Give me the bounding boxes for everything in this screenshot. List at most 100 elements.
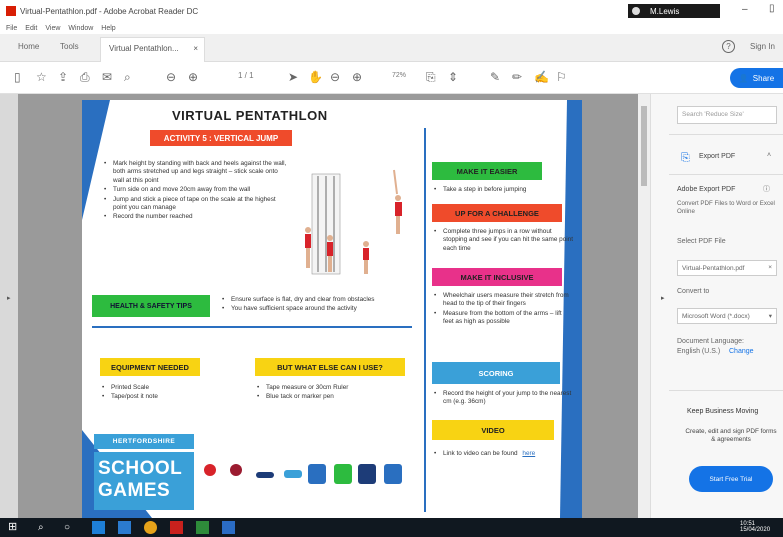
sign-in-link[interactable]: Sign In [750, 42, 775, 51]
change-language-link[interactable]: Change [729, 348, 754, 355]
close-tab-icon[interactable]: × [193, 44, 198, 53]
menu-view[interactable]: View [45, 25, 60, 32]
video-link[interactable]: here [522, 450, 535, 457]
help-icon[interactable]: ? [722, 40, 735, 53]
close-icon[interactable]: × [768, 264, 772, 271]
list-item: Ensure surface is flat, dry and clear fr… [222, 296, 412, 305]
zoom-level[interactable]: 72% [392, 72, 406, 79]
school-games-logo: SCHOOL GAMES [94, 452, 194, 510]
file-selector[interactable]: Virtual-Pentathlon.pdf × [677, 260, 777, 276]
export-pdf-label[interactable]: Export PDF [699, 153, 735, 160]
fit-page-icon[interactable]: ⎘ [426, 70, 436, 84]
promo-description: Create, edit and sign PDF forms & agreem… [685, 428, 777, 443]
file-explorer-icon[interactable] [118, 521, 131, 534]
list-item: Link to video can be found here [434, 450, 574, 459]
next-page-icon[interactable]: ⊕ [188, 70, 198, 84]
search-icon[interactable]: ⌕ [38, 521, 51, 534]
list-item: Wheelchair users measure their stretch f… [434, 292, 574, 309]
equipment-list: Printed Scale Tape/post it note [102, 384, 222, 403]
tab-document[interactable]: Virtual Pentathlon... × [100, 37, 205, 62]
avatar [632, 7, 640, 15]
highlight-icon[interactable]: ✏ [512, 70, 522, 84]
start-free-trial-button[interactable]: Start Free Trial [689, 466, 773, 492]
collapse-pane-icon[interactable]: ▸ [661, 294, 665, 302]
page-indicator[interactable]: 1 / 1 [238, 71, 254, 80]
zoom-in-icon[interactable]: ⊕ [352, 70, 362, 84]
search-icon[interactable]: ⌕ [124, 70, 131, 84]
list-item: Take a step in before jumping [434, 186, 574, 195]
tab-document-label: Virtual Pentathlon... [109, 44, 179, 53]
make-it-easier-list: Take a step in before jumping [434, 186, 574, 195]
chevron-up-icon[interactable]: ˄ [767, 152, 771, 159]
prev-page-icon[interactable]: ⊖ [166, 70, 176, 84]
menu-bar: File Edit View Window Help [0, 22, 783, 34]
export-pdf-icon[interactable]: ⎘ [681, 152, 690, 165]
partner-logo [384, 464, 402, 484]
system-clock[interactable]: 10:51 15/04/2020 [740, 521, 770, 533]
info-icon[interactable]: ⓘ [763, 184, 770, 194]
school-games-line-1: SCHOOL [98, 458, 183, 479]
acrobat-taskbar-icon[interactable] [170, 521, 183, 534]
tools-search-input[interactable]: Search 'Reduce Size' [677, 106, 777, 124]
expand-left-icon[interactable]: ▸ [7, 294, 11, 302]
adobe-export-description: Convert PDF Files to Word or Excel Onlin… [677, 200, 775, 215]
list-item: Tape/post it note [102, 393, 222, 402]
list-item: Mark height by standing with back and he… [104, 160, 289, 185]
print-icon[interactable]: ⎙ [80, 70, 90, 84]
alternatives-list: Tape measure or 30cm Ruler Blue tack or … [257, 384, 407, 403]
toolbar: ▯ ☆ ⇪ ⎙ ✉ ⌕ ⊖ ⊕ 1 / 1 ➤ ✋ ⊖ ⊕ 72% ⎘ ⇕ ✎ … [0, 62, 783, 94]
maximize-icon[interactable]: ▯ [769, 3, 775, 14]
zoom-out-icon[interactable]: ⊖ [330, 70, 340, 84]
left-panel-toggle[interactable]: ▸ [0, 94, 18, 518]
excel-icon[interactable] [196, 521, 209, 534]
document-viewer[interactable]: ▸ VIRTUAL PENTATHLON ACTIVITY 5 : VERTIC… [0, 94, 650, 518]
clock-date: 15/04/2020 [740, 527, 771, 533]
scroll-mode-icon[interactable]: ⇕ [448, 70, 458, 84]
vertical-scrollbar[interactable] [638, 94, 650, 518]
partner-logo [284, 470, 302, 478]
minimize-icon[interactable]: – [742, 4, 748, 15]
partner-logo [256, 472, 274, 478]
user-account[interactable]: M.Lewis [628, 4, 720, 18]
chrome-icon[interactable] [144, 521, 157, 534]
partner-logo [204, 464, 216, 476]
select-file-label: Select PDF File [677, 238, 726, 245]
menu-help[interactable]: Help [101, 25, 115, 32]
bookmark-star-icon[interactable]: ☆ [36, 70, 47, 84]
health-safety-list: Ensure surface is flat, dry and clear fr… [222, 296, 412, 315]
fill-sign-icon[interactable]: ✍ [534, 70, 549, 84]
tab-home[interactable]: Home [18, 42, 39, 51]
format-dropdown[interactable]: Microsoft Word (*.docx) ▾ [677, 308, 777, 324]
list-item: You have sufficient space around the act… [222, 305, 412, 314]
make-it-easier-banner: MAKE IT EASIER [432, 162, 542, 180]
windows-start-icon[interactable]: ⊞ [8, 521, 21, 534]
task-view-icon[interactable]: ○ [64, 521, 77, 534]
share-button[interactable]: 👤 Share [730, 68, 783, 88]
scoring-list: Record the height of your jump to the ne… [434, 390, 574, 408]
convert-to-label: Convert to [677, 288, 710, 295]
divider [669, 134, 783, 135]
menu-edit[interactable]: Edit [25, 25, 37, 32]
select-cursor-icon[interactable]: ➤ [288, 70, 298, 84]
partner-logo [334, 464, 352, 484]
hand-tool-icon[interactable]: ✋ [308, 70, 323, 84]
divider [92, 326, 412, 328]
hertfordshire-label: HERTFORDSHIRE [94, 434, 194, 449]
equipment-banner: EQUIPMENT NEEDED [100, 358, 200, 376]
list-item: Tape measure or 30cm Ruler [257, 384, 407, 393]
school-games-line-2: GAMES [98, 480, 171, 501]
document-language-label: Document Language: [677, 338, 744, 345]
comment-icon[interactable]: ✎ [490, 70, 500, 84]
stamp-icon[interactable]: ⚐ [556, 70, 567, 84]
menu-file[interactable]: File [6, 25, 17, 32]
upload-icon[interactable]: ⇪ [58, 70, 68, 84]
menu-window[interactable]: Window [68, 25, 93, 32]
edge-icon[interactable] [92, 521, 105, 534]
challenge-banner: UP FOR A CHALLENGE [432, 204, 562, 222]
page-thumbnail-icon[interactable]: ▯ [14, 70, 21, 84]
acrobat-app-icon [6, 6, 16, 16]
word-icon[interactable] [222, 521, 235, 534]
email-icon[interactable]: ✉ [102, 70, 112, 84]
tab-tools[interactable]: Tools [60, 42, 79, 51]
scrollbar-thumb[interactable] [641, 106, 647, 186]
